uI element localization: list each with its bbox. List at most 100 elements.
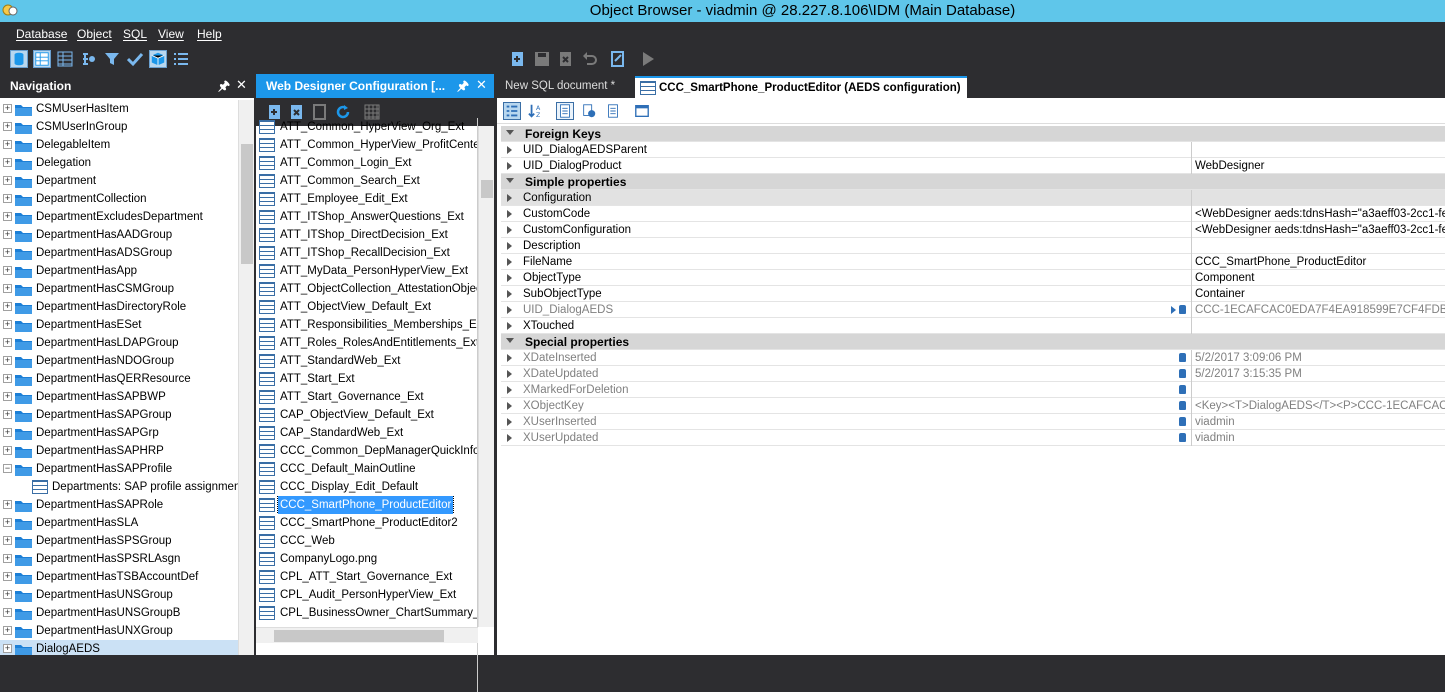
property-row[interactable]: CustomCode<WebDesigner aeds:tdnsHash="a3… xyxy=(501,206,1445,222)
expand-icon[interactable]: + xyxy=(3,554,12,563)
tab-aeds-configuration[interactable]: CCC_SmartPhone_ProductEditor (AEDS confi… xyxy=(635,76,967,98)
save-icon[interactable] xyxy=(533,50,551,68)
expand-icon[interactable]: + xyxy=(3,158,12,167)
property-row[interactable]: XDateUpdated5/2/2017 3:15:35 PM xyxy=(501,366,1445,382)
tree-item[interactable]: +DepartmentHasSAPGroup xyxy=(0,406,238,424)
foreign-key-arrow-icon[interactable] xyxy=(1171,306,1176,314)
scrollbar-thumb[interactable] xyxy=(481,180,493,198)
property-row[interactable]: UID_DialogAEDSParent xyxy=(501,142,1445,158)
expand-icon[interactable]: + xyxy=(3,392,12,401)
menu-view[interactable]: View xyxy=(158,27,184,41)
list-item[interactable]: CCC_SmartPhone_ProductEditor xyxy=(256,496,477,514)
expand-arrow-icon[interactable] xyxy=(507,322,512,330)
list-item[interactable]: ATT_Employee_Edit_Ext xyxy=(256,190,477,208)
property-row[interactable]: CustomConfiguration<WebDesigner aeds:tdn… xyxy=(501,222,1445,238)
tree-item[interactable]: +DepartmentHasSPSRLAsgn xyxy=(0,550,238,568)
property-row[interactable]: Description xyxy=(501,238,1445,254)
list-item[interactable]: ATT_ObjectCollection_AttestationObject xyxy=(256,280,477,298)
property-value[interactable]: CCC-1ECAFCAC0EDA7F4EA918599E7CF4FDBE xyxy=(1191,302,1445,318)
tree-item[interactable]: +DepartmentHasCSMGroup xyxy=(0,280,238,298)
collapse-arrow-icon[interactable] xyxy=(506,178,514,183)
expand-icon[interactable]: + xyxy=(3,536,12,545)
table-icon[interactable] xyxy=(56,50,74,68)
property-value[interactable]: viadmin xyxy=(1191,430,1445,446)
expand-icon[interactable]: + xyxy=(3,410,12,419)
expand-icon[interactable]: + xyxy=(3,608,12,617)
expand-icon[interactable]: + xyxy=(3,644,12,653)
list-item[interactable]: CCC_Web xyxy=(256,532,477,550)
expand-icon[interactable]: + xyxy=(3,212,12,221)
scrollbar-thumb[interactable] xyxy=(274,630,444,642)
property-row[interactable]: Configuration xyxy=(501,190,1445,206)
tree-item[interactable]: +DepartmentHasDirectoryRole xyxy=(0,298,238,316)
web-designer-hscrollbar[interactable] xyxy=(256,627,478,643)
checkmark-icon[interactable] xyxy=(126,50,144,68)
tree-item[interactable]: +Department xyxy=(0,172,238,190)
scrollbar-thumb[interactable] xyxy=(241,144,253,264)
expand-arrow-icon[interactable] xyxy=(507,242,512,250)
list-item[interactable]: ATT_Common_HyperView_ProfitCenter_E xyxy=(256,136,477,154)
list-item[interactable]: CPL_BusinessOwner_ChartSummary_Ext xyxy=(256,604,477,622)
tree-item[interactable]: +DepartmentHasUNXGroup xyxy=(0,622,238,640)
tree-item[interactable]: +Delegation xyxy=(0,154,238,172)
expand-arrow-icon[interactable] xyxy=(507,370,512,378)
tree-item[interactable]: +DepartmentHasUNSGroup xyxy=(0,586,238,604)
tree-item[interactable]: +DepartmentHasSLA xyxy=(0,514,238,532)
tab-new-sql-document[interactable]: New SQL document * xyxy=(499,76,621,98)
tree-item[interactable]: +DepartmentHasADSGroup xyxy=(0,244,238,262)
property-value[interactable]: WebDesigner xyxy=(1191,158,1445,174)
tree-item[interactable]: Departments: SAP profile assignments xyxy=(0,478,238,496)
tree-item[interactable]: +DepartmentHasSAPHRP xyxy=(0,442,238,460)
expand-icon[interactable]: + xyxy=(3,374,12,383)
database-icon[interactable] xyxy=(10,50,28,68)
expand-icon[interactable]: + xyxy=(3,356,12,365)
tree-item[interactable]: +CSMUserInGroup xyxy=(0,118,238,136)
property-row[interactable]: XUserInsertedviadmin xyxy=(501,414,1445,430)
tree-icon[interactable] xyxy=(80,50,98,68)
property-value[interactable] xyxy=(1191,238,1445,254)
property-row[interactable]: UID_DialogAEDSCCC-1ECAFCAC0EDA7F4EA91859… xyxy=(501,302,1445,318)
close-icon[interactable]: ✕ xyxy=(236,77,247,93)
compare-icon[interactable] xyxy=(580,102,598,120)
expand-icon[interactable]: + xyxy=(3,572,12,581)
list-item[interactable]: ATT_ObjectView_Default_Ext xyxy=(256,298,477,316)
list-item[interactable]: CPL_ATT_Start_Governance_Ext xyxy=(256,568,477,586)
menu-object[interactable]: Object xyxy=(77,27,112,41)
delete-document-icon[interactable] xyxy=(557,50,575,68)
expand-icon[interactable]: + xyxy=(3,500,12,509)
property-row[interactable]: FileNameCCC_SmartPhone_ProductEditor xyxy=(501,254,1445,270)
expand-icon[interactable]: + xyxy=(3,248,12,257)
tree-item[interactable]: +DepartmentHasNDOGroup xyxy=(0,352,238,370)
collapse-arrow-icon[interactable] xyxy=(506,338,514,343)
tree-item[interactable]: +DepartmentHasTSBAccountDef xyxy=(0,568,238,586)
property-value[interactable]: <WebDesigner aeds:tdnsHash="a3aeff03-2cc… xyxy=(1191,206,1445,222)
property-value[interactable] xyxy=(1191,382,1445,398)
tree-item[interactable]: +CSMUserHasItem xyxy=(0,100,238,118)
expand-arrow-icon[interactable] xyxy=(507,418,512,426)
expand-arrow-icon[interactable] xyxy=(507,354,512,362)
expand-arrow-icon[interactable] xyxy=(507,434,512,442)
cube-icon[interactable] xyxy=(149,50,167,68)
categorized-view-icon[interactable] xyxy=(503,102,521,120)
property-row[interactable]: XDateInserted5/2/2017 3:09:06 PM xyxy=(501,350,1445,366)
grid-view-icon[interactable] xyxy=(33,50,51,68)
list-item[interactable]: CCC_Default_MainOutline xyxy=(256,460,477,478)
property-row[interactable]: XTouched xyxy=(501,318,1445,334)
expand-icon[interactable]: + xyxy=(3,446,12,455)
tree-item[interactable]: +DepartmentHasQERResource xyxy=(0,370,238,388)
property-value[interactable]: CCC_SmartPhone_ProductEditor xyxy=(1191,254,1445,270)
list-item[interactable]: ATT_Responsibilities_Memberships_Ext xyxy=(256,316,477,334)
expand-arrow-icon[interactable] xyxy=(507,274,512,282)
tree-item[interactable]: +DepartmentHasSAPRole xyxy=(0,496,238,514)
menu-sql[interactable]: SQL xyxy=(123,27,147,41)
filter-icon[interactable] xyxy=(103,50,121,68)
menu-database[interactable]: Database xyxy=(16,27,67,41)
list-item[interactable]: CompanyLogo.png xyxy=(256,550,477,568)
expand-icon[interactable]: + xyxy=(3,338,12,347)
property-row[interactable]: XObjectKey<Key><T>DialogAEDS</T><P>CCC-1… xyxy=(501,398,1445,414)
tree-item[interactable]: +DepartmentHasLDAPGroup xyxy=(0,334,238,352)
tree-item[interactable]: +DepartmentHasSAPGrp xyxy=(0,424,238,442)
tree-item[interactable]: +DepartmentHasSPSGroup xyxy=(0,532,238,550)
property-value[interactable] xyxy=(1191,142,1445,158)
tree-item[interactable]: +DepartmentCollection xyxy=(0,190,238,208)
